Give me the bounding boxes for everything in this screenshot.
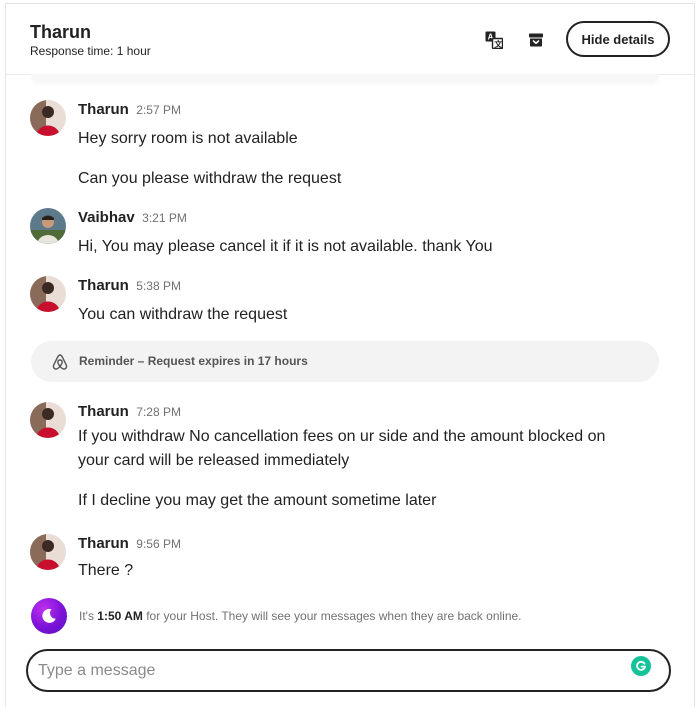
moon-icon — [42, 608, 56, 623]
avatar-tharun — [30, 276, 66, 312]
status-prefix: It's — [79, 609, 98, 623]
avatar[interactable] — [30, 208, 66, 244]
message-text: You can withdraw the request — [78, 306, 288, 323]
hide-details-button[interactable]: Hide details — [566, 21, 670, 57]
message-group: Tharun 9:56 PM There ? — [30, 534, 670, 576]
message-time: 3:21 PM — [142, 211, 187, 225]
message-time: 7:28 PM — [136, 405, 181, 419]
reminder-text: Reminder – Request expires in 17 hours — [79, 354, 308, 368]
avatar-tharun — [30, 100, 66, 136]
message-text: Hi, You may please cancel it if it is no… — [78, 238, 493, 255]
archive-icon — [529, 33, 543, 47]
message-group: Vaibhav 3:21 PM Hi, You may please cance… — [30, 208, 670, 258]
message-text: Can you please withdraw the request — [78, 170, 342, 187]
sender-name: Tharun — [78, 277, 129, 294]
message-text: There ? — [78, 562, 134, 576]
grammarly-g-icon — [636, 661, 647, 671]
previous-item-edge — [31, 74, 659, 82]
response-time: Response time: 1 hour — [30, 44, 151, 58]
message-group: Tharun 5:38 PM You can withdraw the requ… — [30, 276, 670, 326]
reminder-banner: Reminder – Request expires in 17 hours — [31, 341, 659, 382]
translate-button[interactable]: A 文 — [483, 29, 505, 51]
avatar-tharun — [30, 402, 66, 438]
message-input[interactable] — [38, 659, 628, 683]
grammarly-icon[interactable] — [631, 656, 651, 676]
host-local-time-note: It's 1:50 AM for your Host. They will se… — [79, 609, 522, 623]
sender-name: Tharun — [78, 535, 129, 552]
status-suffix: for your Host. They will see your messag… — [142, 609, 522, 623]
message-time: 5:38 PM — [136, 279, 181, 293]
message-composer[interactable] — [26, 649, 671, 692]
avatar-tharun — [30, 534, 66, 570]
translate-icon: A 文 — [485, 31, 503, 49]
sender-name: Tharun — [78, 101, 129, 118]
host-name: Tharun — [30, 22, 91, 42]
avatar[interactable] — [30, 276, 66, 312]
avatar-vaibhav — [30, 208, 66, 244]
avatar[interactable] — [30, 100, 66, 136]
message-text: Hey sorry room is not available — [78, 130, 298, 147]
svg-text:文: 文 — [494, 39, 503, 49]
message-group: Tharun 7:28 PM If you withdraw No cancel… — [30, 402, 670, 517]
conversation-panel: Tharun Response time: 1 hour A 文 Hide de… — [5, 3, 695, 707]
avatar[interactable] — [30, 402, 66, 438]
sender-name: Vaibhav — [78, 209, 135, 226]
airbnb-logo-icon — [52, 354, 68, 370]
host-local-time: 1:50 AM — [97, 609, 143, 623]
avatar[interactable] — [30, 534, 66, 570]
sender-name: Tharun — [78, 403, 129, 420]
message-text: If I decline you may get the amount some… — [78, 492, 437, 509]
message-time: 2:57 PM — [136, 103, 181, 117]
message-group: Tharun 2:57 PM Hey sorry room is not ava… — [30, 100, 670, 190]
message-time: 9:56 PM — [136, 537, 181, 551]
conversation-header: Tharun Response time: 1 hour A 文 Hide de… — [6, 4, 694, 75]
message-text: If you withdraw No cancellation fees on … — [78, 428, 606, 469]
archive-button[interactable] — [525, 29, 547, 51]
host-status-avatar — [31, 598, 67, 634]
